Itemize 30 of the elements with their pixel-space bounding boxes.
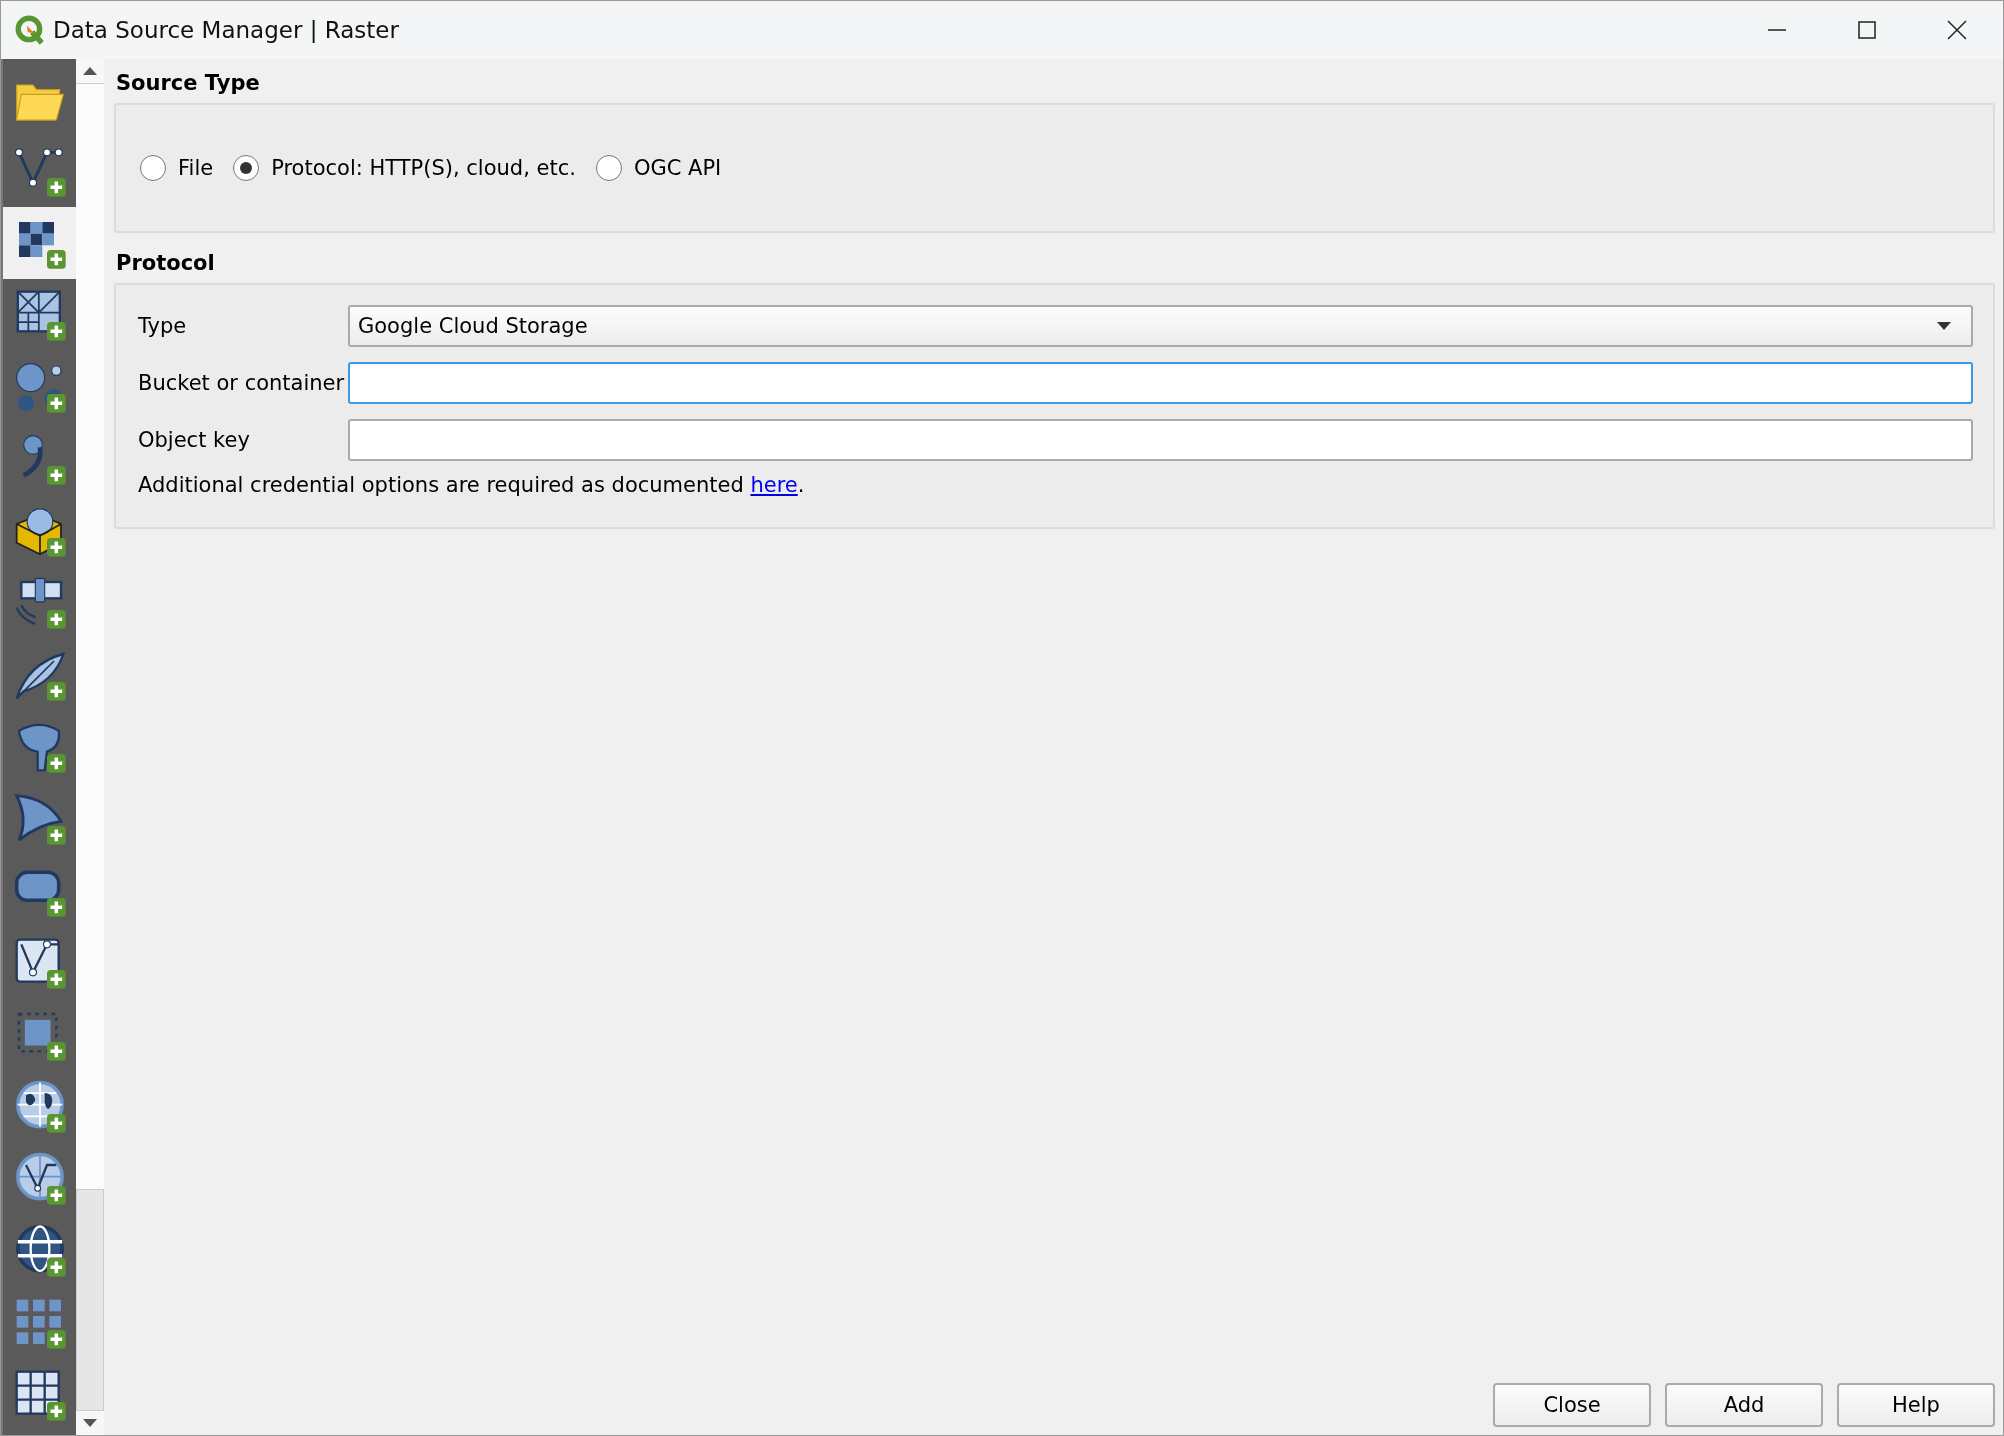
credentials-note: Additional credential options are required as documented here. [138,473,806,497]
field-label: Type [138,314,188,338]
scroll-up-icon[interactable] [83,67,97,75]
field-label: Object key [138,428,251,452]
section-heading: Protocol [115,250,216,277]
radio-button[interactable]: OGC API [595,155,722,181]
sidebar-item[interactable] [3,207,76,279]
documentation-link[interactable]: here [750,473,798,497]
input-field[interactable] [348,362,1973,404]
close-icon[interactable] [1947,20,1967,40]
app-logo-icon [15,15,45,45]
sail-icon [11,791,68,847]
scroll-thumb[interactable] [76,83,104,1189]
type-dropdown[interactable]: Google Cloud Storage [348,305,1973,347]
radio-button[interactable]: File [140,155,214,181]
radio-circle[interactable] [233,155,260,181]
dialog-button[interactable]: Help [1837,1383,1995,1427]
radio-circle[interactable] [140,155,166,181]
scrollbar[interactable] [76,59,104,1435]
section-heading: Source Type [115,70,261,97]
dialog-button[interactable]: Add [1665,1383,1823,1427]
input-field[interactable] [348,419,1973,461]
dialog-button[interactable]: Close [1493,1383,1651,1427]
caret-icon [1937,322,1951,330]
field-label: Bucket or container [138,371,346,395]
radio-circle[interactable] [595,155,622,181]
scroll-down-icon[interactable] [83,1419,97,1427]
window-title: Data Source Manager | Raster [53,17,399,43]
radio-button[interactable]: Protocol: HTTP(S), cloud, etc. [233,155,576,181]
maximize-icon[interactable] [1857,20,1877,40]
